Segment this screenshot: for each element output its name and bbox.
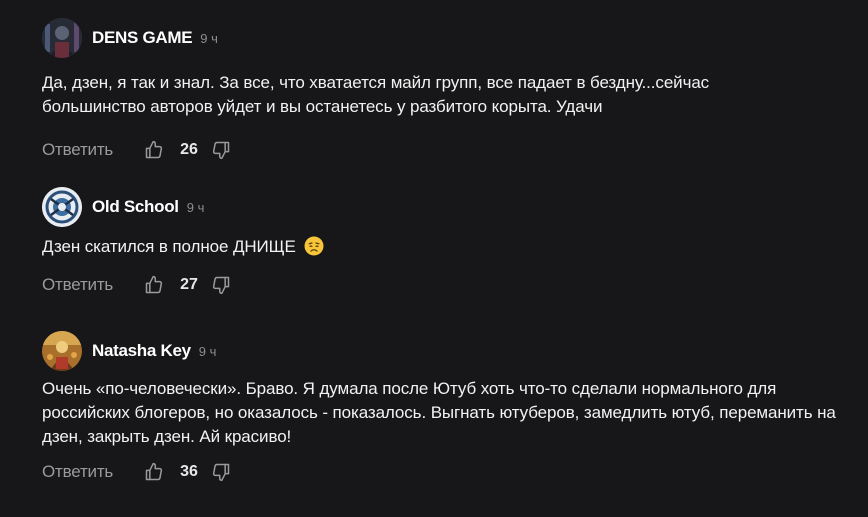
comment-actions: Ответить 27 (42, 273, 862, 297)
comment-3: Natasha Key 9 ч Очень «по-человечески». … (42, 331, 862, 484)
like-count: 27 (180, 276, 198, 293)
comment-text: Очень «по-человечески». Браво. Я думала … (42, 379, 836, 446)
thumbs-down-icon[interactable] (210, 274, 232, 296)
reply-button[interactable]: Ответить (42, 462, 113, 482)
avatar[interactable] (42, 18, 82, 58)
avatar-dark-figure-icon (42, 18, 82, 58)
comment-2: Old School 9 ч Дзен скатился в полное ДН… (42, 187, 862, 297)
comment-author[interactable]: DENS GAME (92, 28, 193, 48)
thumbs-up-icon[interactable] (143, 461, 165, 483)
comment-actions: Ответить 26 (42, 138, 862, 162)
comment-time: 9 ч (186, 199, 205, 215)
comment-1: DENS GAME 9 ч Да, дзен, я так и знал. За… (42, 18, 862, 162)
comment-time: 9 ч (198, 343, 217, 359)
reply-button[interactable]: Ответить (42, 275, 113, 295)
thumbs-up-icon[interactable] (143, 274, 165, 296)
reply-button[interactable]: Ответить (42, 140, 113, 160)
comment-header: Old School 9 ч (42, 187, 862, 227)
comment-actions: Ответить 36 (42, 460, 862, 484)
comment-text: Дзен скатился в полное ДНИЩЕ (42, 237, 296, 256)
like-count: 26 (180, 141, 198, 158)
comment-header: DENS GAME 9 ч (42, 18, 862, 58)
avatar[interactable] (42, 331, 82, 371)
comment-header: Natasha Key 9 ч (42, 331, 862, 371)
avatar[interactable] (42, 187, 82, 227)
comment-time: 9 ч (200, 30, 218, 46)
comment-text-row: Дзен скатился в полное ДНИЩЕ (42, 235, 862, 259)
comment-text: Да, дзен, я так и знал. За все, что хват… (42, 73, 710, 116)
disappointed-face-icon (304, 236, 324, 256)
avatar-emblem-icon (42, 187, 82, 227)
thumbs-up-icon[interactable] (143, 139, 165, 161)
comment-author[interactable]: Old School (92, 197, 179, 217)
avatar-warm-illustration-icon (42, 331, 82, 371)
comment-author[interactable]: Natasha Key (92, 341, 191, 361)
like-count: 36 (180, 463, 198, 480)
thumbs-down-icon[interactable] (210, 461, 232, 483)
thumbs-down-icon[interactable] (210, 139, 232, 161)
